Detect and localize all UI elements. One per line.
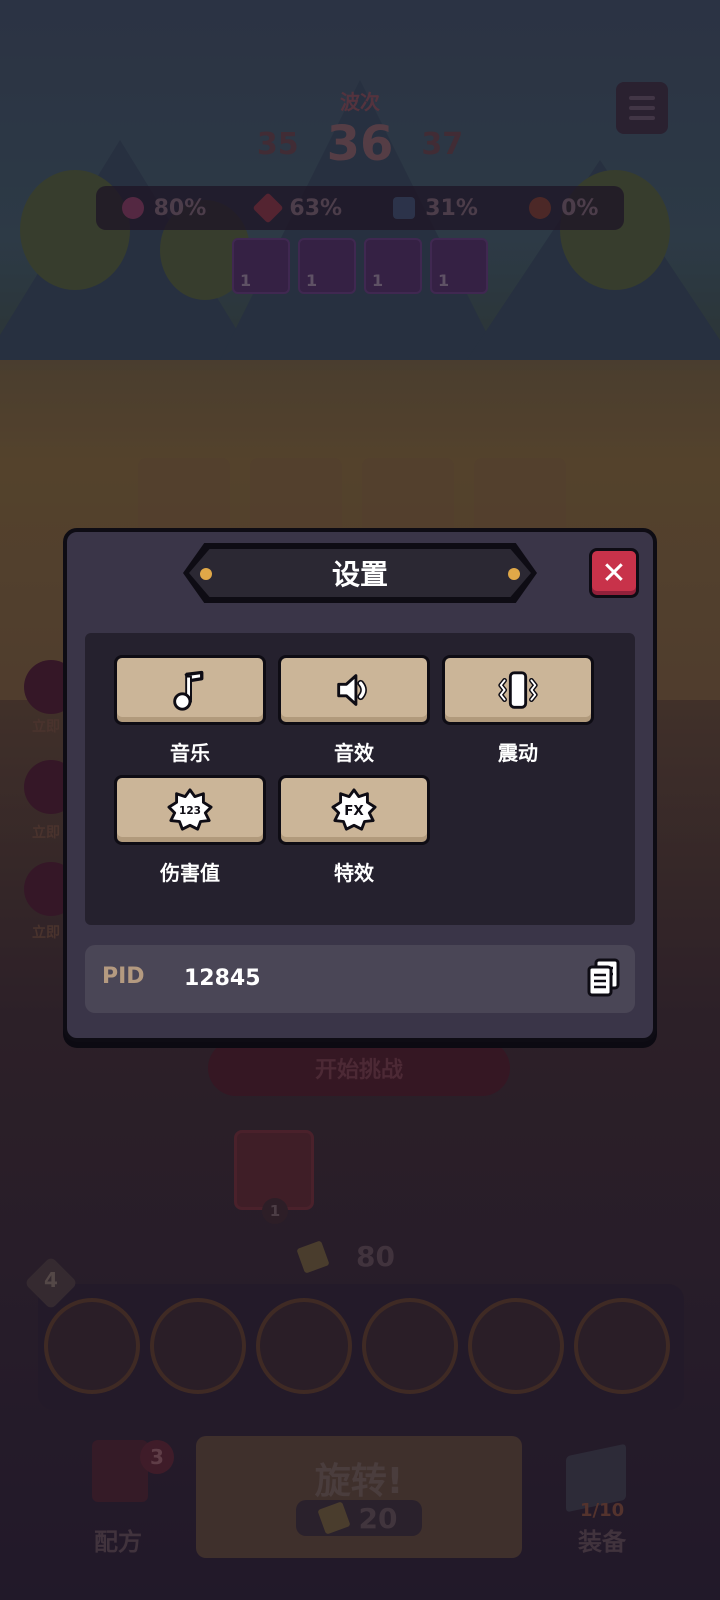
option-label: 震动 (498, 741, 538, 765)
close-button[interactable]: ✕ (589, 548, 639, 598)
option-music: 音乐 (114, 655, 266, 766)
music-note-icon (173, 670, 204, 711)
vibration-toggle-button[interactable] (442, 655, 594, 725)
option-sfx: 音效 (278, 655, 430, 766)
copy-icon[interactable] (586, 958, 622, 998)
settings-title-banner: 设置 (183, 543, 537, 603)
option-label: 特效 (334, 861, 374, 885)
vibration-icon (498, 671, 538, 709)
music-toggle-button[interactable] (114, 655, 266, 725)
effects-toggle-button[interactable]: FX (278, 775, 430, 845)
option-damage: 123 伤害值 (114, 775, 266, 886)
damage-number-icon: 123 (167, 788, 213, 831)
option-label: 音乐 (170, 741, 210, 765)
fx-icon: FX (331, 788, 377, 831)
damage-badge-text: 123 (179, 805, 201, 817)
option-label: 音效 (334, 741, 374, 765)
fx-badge-text: FX (344, 804, 364, 819)
option-vibration: 震动 (442, 655, 594, 766)
pid-bar (85, 945, 635, 1013)
option-effects: FX 特效 (278, 775, 430, 886)
speaker-icon (337, 674, 367, 706)
pid-value: 12845 (184, 966, 261, 991)
sfx-toggle-button[interactable] (278, 655, 430, 725)
damage-number-toggle-button[interactable]: 123 (114, 775, 266, 845)
pid-label: PID (102, 964, 145, 989)
settings-title: 设置 (331, 558, 388, 591)
option-label: 伤害值 (160, 861, 220, 885)
close-icon: ✕ (601, 555, 627, 591)
